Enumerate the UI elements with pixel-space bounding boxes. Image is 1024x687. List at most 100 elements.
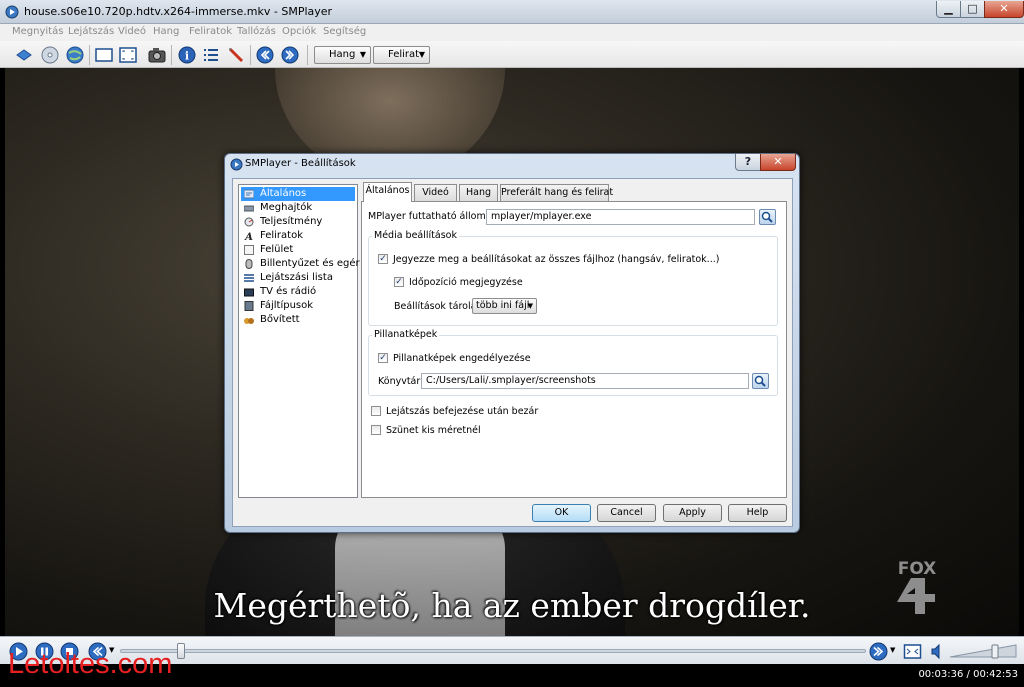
close-after-playback-label: Lejátszás befejezése után bezár	[386, 406, 539, 417]
settings-storage-value: több ini fájl	[476, 300, 530, 311]
help-button[interactable]: Help	[728, 504, 787, 522]
category-interface[interactable]: Felület	[241, 243, 355, 257]
menu-options[interactable]: Opciók	[282, 26, 316, 37]
audio-track-label: Hang	[329, 49, 356, 60]
playlist-icon[interactable]	[201, 45, 221, 65]
pause-minimized-checkbox[interactable]	[371, 425, 381, 435]
open-file-icon[interactable]	[14, 45, 34, 65]
open-dvd-icon[interactable]	[40, 45, 60, 65]
tab-video[interactable]: Videó	[414, 184, 457, 201]
close-after-playback-checkbox[interactable]	[371, 406, 381, 416]
time-readout: 00:03:36 / 00:42:53	[918, 669, 1018, 680]
open-url-icon[interactable]	[65, 45, 85, 65]
general-icon	[244, 189, 254, 199]
mplayer-browse-button[interactable]	[759, 209, 776, 225]
audio-track-dropdown[interactable]: Hang ▼	[314, 46, 371, 64]
smplayer-app-icon	[230, 158, 243, 171]
tab-audio[interactable]: Hang	[459, 184, 498, 201]
preferences-icon[interactable]	[226, 45, 246, 65]
checkmark-icon: ✓	[379, 254, 387, 264]
menu-audio[interactable]: Hang	[153, 26, 179, 37]
chevron-down-icon: ▼	[418, 50, 425, 59]
fullscreen-icon[interactable]	[903, 642, 922, 661]
screenshot-folder-field[interactable]: C:/Users/Lali/.smplayer/screenshots	[421, 373, 749, 389]
category-label: Felület	[260, 244, 294, 255]
toolbar-separator	[250, 45, 251, 65]
category-general[interactable]: Általános	[241, 187, 355, 201]
search-icon	[754, 375, 766, 387]
subtitle-track-dropdown[interactable]: Felirat ▼	[373, 46, 430, 64]
menu-bar: Megnyitás Lejátszás Videó Hang Feliratok…	[0, 24, 1024, 41]
category-label: Meghajtók	[260, 202, 313, 213]
category-label: Lejátszási lista	[260, 272, 333, 283]
checkmark-icon: ✓	[379, 353, 387, 363]
category-tv-radio[interactable]: TV és rádió	[241, 285, 355, 299]
remember-settings-checkbox[interactable]: ✓	[378, 254, 388, 264]
category-label: TV és rádió	[260, 286, 317, 297]
prev-icon[interactable]	[255, 45, 275, 65]
volume-slider[interactable]	[948, 643, 1018, 659]
volume-icon[interactable]	[929, 642, 948, 661]
screenshot-folder-browse-button[interactable]	[752, 373, 769, 389]
category-file-types[interactable]: Fájltípusok	[241, 299, 355, 313]
remember-time-checkbox[interactable]: ✓	[394, 277, 404, 287]
subtitle-track-label: Felirat	[388, 49, 420, 60]
apply-button[interactable]: Apply	[663, 504, 722, 522]
subtitles-icon: A	[244, 232, 253, 241]
info-icon[interactable]: i	[177, 45, 197, 65]
menu-open[interactable]: Megnyitás	[12, 26, 63, 37]
remember-time-label: Időpozíció megjegyzése	[409, 277, 523, 288]
menu-browse[interactable]: Tallózás	[237, 26, 276, 37]
checkmark-icon: ✓	[395, 277, 403, 287]
ok-button[interactable]: OK	[532, 504, 591, 522]
seek-bar[interactable]	[120, 643, 866, 659]
seek-thumb[interactable]	[176, 643, 185, 659]
fullscreen-icon[interactable]	[118, 45, 138, 65]
mplayer-path-field[interactable]: mplayer/mplayer.exe	[486, 209, 755, 225]
forward-icon[interactable]	[869, 642, 888, 661]
maximize-button[interactable]: □	[960, 1, 985, 18]
toolbar: i Hang ▼ Felirat ▼	[0, 41, 1024, 68]
tab-general[interactable]: Általános	[363, 182, 412, 202]
cancel-button[interactable]: Cancel	[597, 504, 656, 522]
svg-text:A: A	[244, 232, 253, 241]
category-list: Általános Meghajtók Teljesítmény A Felir…	[238, 184, 360, 498]
channel-logo: FOX	[897, 559, 936, 614]
menu-subtitles[interactable]: Feliratok	[189, 26, 232, 37]
enable-screenshots-label: Pillanatképek engedélyezése	[393, 353, 531, 364]
chevron-down-icon: ▼	[527, 302, 533, 310]
playlist-icon	[244, 274, 254, 282]
category-label: Általános	[260, 188, 307, 199]
menu-play[interactable]: Lejátszás	[68, 26, 114, 37]
compact-mode-icon[interactable]	[94, 45, 114, 65]
minimize-button[interactable]: ▁	[936, 1, 961, 18]
file-types-icon	[244, 301, 254, 311]
category-subtitles[interactable]: A Feliratok	[241, 229, 355, 243]
tab-preferred-audio-subtitle[interactable]: Preferált hang és felirat	[500, 184, 613, 201]
category-advanced[interactable]: Bővített	[241, 313, 355, 327]
pause-minimized-label: Szünet kis méretnél	[386, 425, 481, 436]
menu-video[interactable]: Videó	[118, 26, 146, 37]
category-playlist[interactable]: Lejátszási lista	[241, 271, 355, 285]
category-keyboard-mouse[interactable]: Billentyűzet és egér	[241, 257, 360, 271]
category-label: Feliratok	[260, 230, 303, 241]
window-title: house.s06e10.720p.hdtv.x264-immerse.mkv …	[24, 5, 333, 18]
search-icon	[761, 211, 773, 223]
menu-help[interactable]: Segítség	[323, 26, 366, 37]
close-button[interactable]: ✕	[984, 1, 1024, 18]
dialog-title: SMPlayer - Beállítások	[245, 158, 356, 169]
dialog-help-button[interactable]: ?	[735, 154, 761, 171]
window-titlebar: house.s06e10.720p.hdtv.x264-immerse.mkv …	[0, 0, 1024, 24]
chevron-down-icon[interactable]: ▼	[890, 646, 895, 654]
smplayer-app-icon	[5, 5, 19, 19]
screenshot-icon[interactable]	[147, 45, 167, 65]
dialog-close-button[interactable]: ✕	[760, 154, 796, 171]
category-performance[interactable]: Teljesítmény	[241, 215, 355, 229]
settings-storage-select[interactable]: több ini fájl ▼	[472, 298, 537, 314]
toolbar-separator	[89, 45, 90, 65]
volume-thumb[interactable]	[991, 644, 999, 659]
category-drives[interactable]: Meghajtók	[241, 201, 355, 215]
site-watermark: Letoltes.com	[8, 648, 173, 680]
enable-screenshots-checkbox[interactable]: ✓	[378, 353, 388, 363]
next-icon[interactable]	[280, 45, 300, 65]
